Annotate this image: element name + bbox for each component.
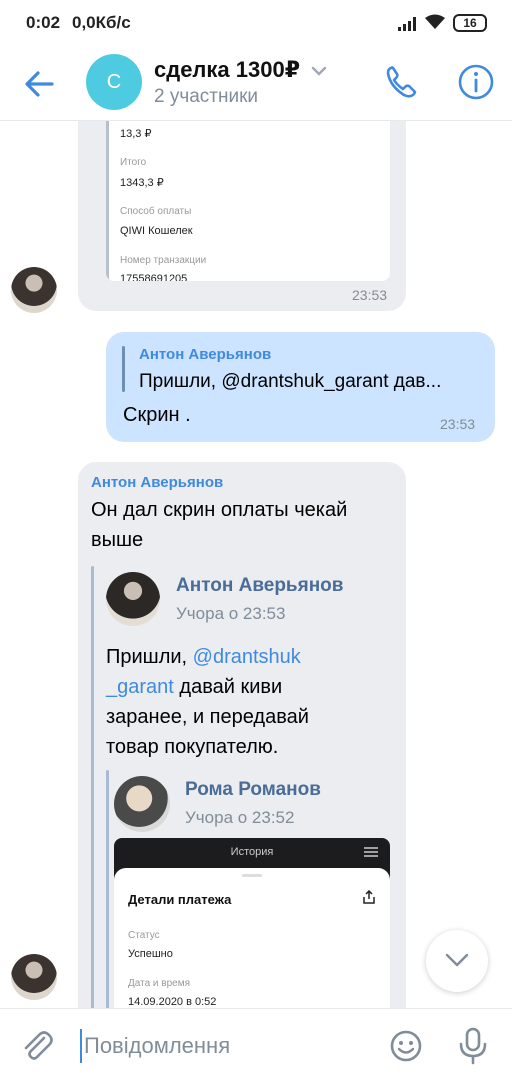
share-icon xyxy=(363,890,375,904)
reply-preview: Пришли, @drantshuk_garant дав... xyxy=(139,371,442,392)
forward-text-line: заранее, и передавай xyxy=(106,706,309,728)
reply-bar xyxy=(122,346,125,392)
mention-link[interactable]: @drantshuk xyxy=(193,646,301,668)
avatar[interactable] xyxy=(11,267,57,313)
message-time: 23:53 xyxy=(440,416,476,432)
receipt-txn-label: Номер транзакции xyxy=(120,255,207,266)
message-time: 23:53 xyxy=(352,287,388,303)
forward-bar xyxy=(106,770,109,1008)
receipt-method-value: QIWI Кошелек xyxy=(120,225,193,237)
chevron-down-icon xyxy=(445,953,469,967)
back-arrow-icon[interactable] xyxy=(22,66,58,102)
forward-date: Учора о 23:52 xyxy=(185,808,295,827)
screenshot-card: Детали платежа Статус Успешно Дата и вре… xyxy=(114,868,390,1008)
payment-screenshot[interactable]: История Детали платежа Статус Успешно Да… xyxy=(114,838,390,1008)
chat-participants: 2 участники xyxy=(154,86,259,107)
signal-icon xyxy=(398,17,418,31)
receipt-txn-value: 17558691205 xyxy=(120,273,188,281)
reply-author: Антон Аверьянов xyxy=(139,346,272,363)
quote-bar xyxy=(106,121,109,279)
screenshot-title: История xyxy=(230,846,274,858)
forward-text: Пришли, @drantshuk _garant давай киви за… xyxy=(106,642,396,762)
forward-text-part: давай киви xyxy=(173,676,283,698)
paperclip-icon[interactable] xyxy=(20,1029,54,1063)
status-bar: 0:02 0,0Кб/с 16 xyxy=(0,0,512,48)
receipt-method-label: Способ оплаты xyxy=(120,206,192,217)
status-time: 0:02 xyxy=(26,13,61,32)
screenshot-status-value: Успешно xyxy=(128,948,173,960)
message-bubble-outgoing[interactable]: Антон Аверьянов Пришли, @drantshuk_garan… xyxy=(106,332,495,442)
avatar[interactable] xyxy=(114,776,170,832)
avatar[interactable] xyxy=(11,954,57,1000)
chevron-down-icon[interactable] xyxy=(310,64,328,78)
avatar[interactable] xyxy=(106,572,160,626)
message-input[interactable] xyxy=(80,1029,370,1063)
message-text: Скрин . xyxy=(123,404,191,426)
chat-title[interactable]: сделка 1300₽ xyxy=(154,57,300,83)
battery-icon: 16 xyxy=(453,14,487,32)
receipt-amount: 13,3 ₽ xyxy=(120,128,152,140)
forward-text-line: товар покупателю. xyxy=(106,736,279,758)
wifi-icon xyxy=(425,14,445,29)
chat-avatar[interactable]: С xyxy=(86,54,142,110)
sheet-handle xyxy=(242,874,262,877)
receipt-image[interactable]: 13,3 ₽ Итого 1343,3 ₽ Способ оплаты QIWI… xyxy=(106,121,390,281)
message-text-line: выше xyxy=(91,529,144,551)
screenshot-date-label: Дата и время xyxy=(128,978,191,989)
message-list[interactable]: 13,3 ₽ Итого 1343,3 ₽ Способ оплаты QIWI… xyxy=(0,121,512,1008)
sender-name[interactable]: Антон Аверьянов xyxy=(91,474,223,491)
battery-level: 16 xyxy=(463,16,477,30)
network-speed: 0,0Кб/с xyxy=(72,13,131,32)
emoji-icon[interactable] xyxy=(389,1029,423,1063)
forward-date: Учора о 23:53 xyxy=(176,604,286,623)
screenshot-heading: Детали платежа xyxy=(128,892,232,907)
screenshot-status-label: Статус xyxy=(128,930,160,941)
message-composer xyxy=(0,1008,512,1080)
mention-link[interactable]: _garant xyxy=(106,676,174,698)
receipt-total-value: 1343,3 ₽ xyxy=(120,177,164,189)
scroll-down-button[interactable] xyxy=(426,930,488,992)
filter-icon xyxy=(364,847,378,857)
microphone-icon[interactable] xyxy=(456,1027,490,1065)
forward-bar xyxy=(91,566,94,1008)
forward-text-part: Пришли, xyxy=(106,646,193,668)
receipt-total-label: Итого xyxy=(120,157,147,168)
screenshot-date-value: 14.09.2020 в 0:52 xyxy=(128,996,217,1008)
phone-icon[interactable] xyxy=(382,62,422,102)
chat-avatar-letter: С xyxy=(106,71,122,93)
forward-author[interactable]: Рома Романов xyxy=(185,779,321,801)
message-text-line: Он дал скрин оплаты чекай xyxy=(91,499,348,521)
forward-author[interactable]: Антон Аверьянов xyxy=(176,575,343,597)
info-icon[interactable] xyxy=(456,62,496,102)
chat-header: С сделка 1300₽ 2 участники xyxy=(0,48,512,120)
